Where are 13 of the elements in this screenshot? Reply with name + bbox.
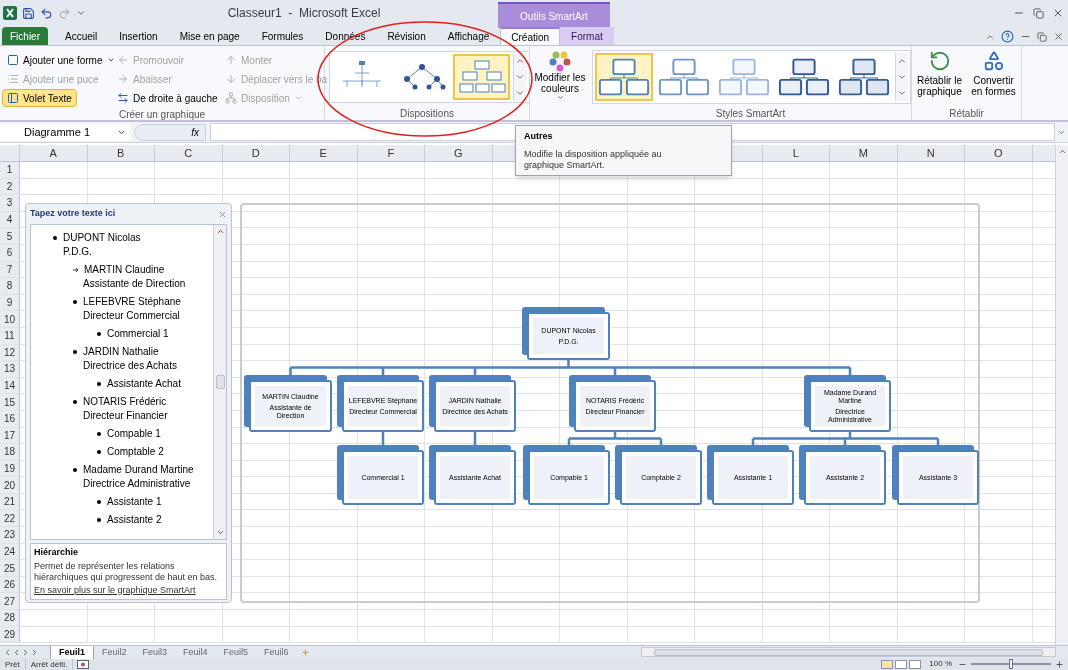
group-label: Créer un graphique bbox=[117, 108, 207, 121]
tooltip-title: Autres bbox=[524, 130, 554, 143]
window-title: Classeur1 - Microsoft Excel bbox=[227, 5, 381, 22]
info-text: Permet de représenter les relations hiérarchiques qui progressent de haut en bas. bbox=[34, 560, 219, 583]
tooltip-text: Modifie la disposition appliquée au graphique SmartArt. bbox=[524, 148, 663, 171]
group-label: Rétablir bbox=[948, 107, 985, 120]
contextual-tab-header: Outils SmartArt bbox=[498, 2, 610, 28]
pane-title: Tapez votre texte ici bbox=[30, 207, 116, 221]
status-text: Arrêt défil. bbox=[25, 658, 74, 670]
group-label: Styles SmartArt bbox=[714, 107, 787, 120]
info-title: Hiérarchie bbox=[34, 546, 80, 559]
status-text: Prêt bbox=[0, 658, 26, 670]
group-label: Dispositions bbox=[399, 107, 455, 120]
